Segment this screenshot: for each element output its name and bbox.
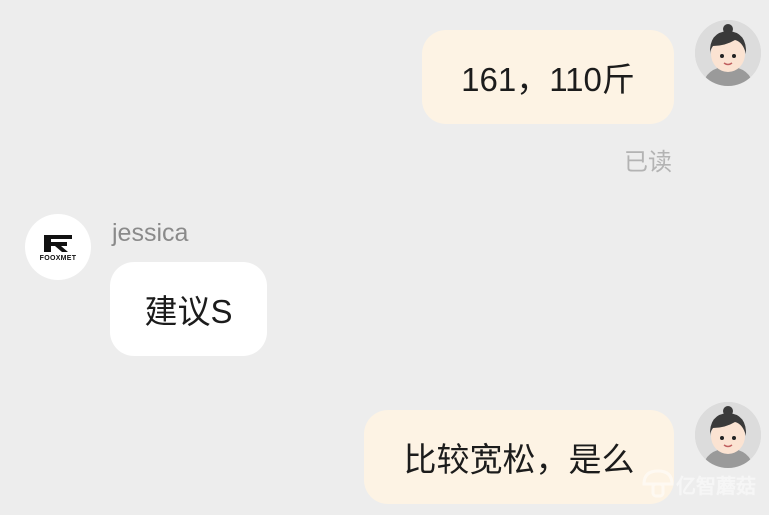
fooxmet-logo-icon <box>44 234 72 252</box>
read-status: 已读 <box>624 149 672 176</box>
message-bubble-outgoing-1[interactable]: 161，110斤 <box>422 30 674 124</box>
girl-avatar-icon <box>695 20 761 86</box>
sender-name: jessica <box>112 219 189 247</box>
sender-avatar[interactable]: FOOXMET <box>25 214 91 280</box>
watermark-text: 亿智蘑菇 <box>676 475 756 498</box>
mushroom-logo-icon <box>642 469 674 498</box>
user-avatar[interactable] <box>695 20 761 86</box>
girl-avatar-icon <box>695 402 761 468</box>
message-text: 161，110斤 <box>461 61 635 98</box>
shop-logo-text: FOOXMET <box>39 254 77 262</box>
message-bubble-outgoing-2[interactable]: 比较宽松，是么 <box>364 410 674 504</box>
message-bubble-incoming[interactable]: 建议S <box>110 262 267 356</box>
user-avatar[interactable] <box>695 402 761 468</box>
message-text: 比较宽松，是么 <box>403 441 635 478</box>
message-text: 建议S <box>144 293 233 330</box>
watermark: 亿智蘑菇 <box>640 468 756 500</box>
